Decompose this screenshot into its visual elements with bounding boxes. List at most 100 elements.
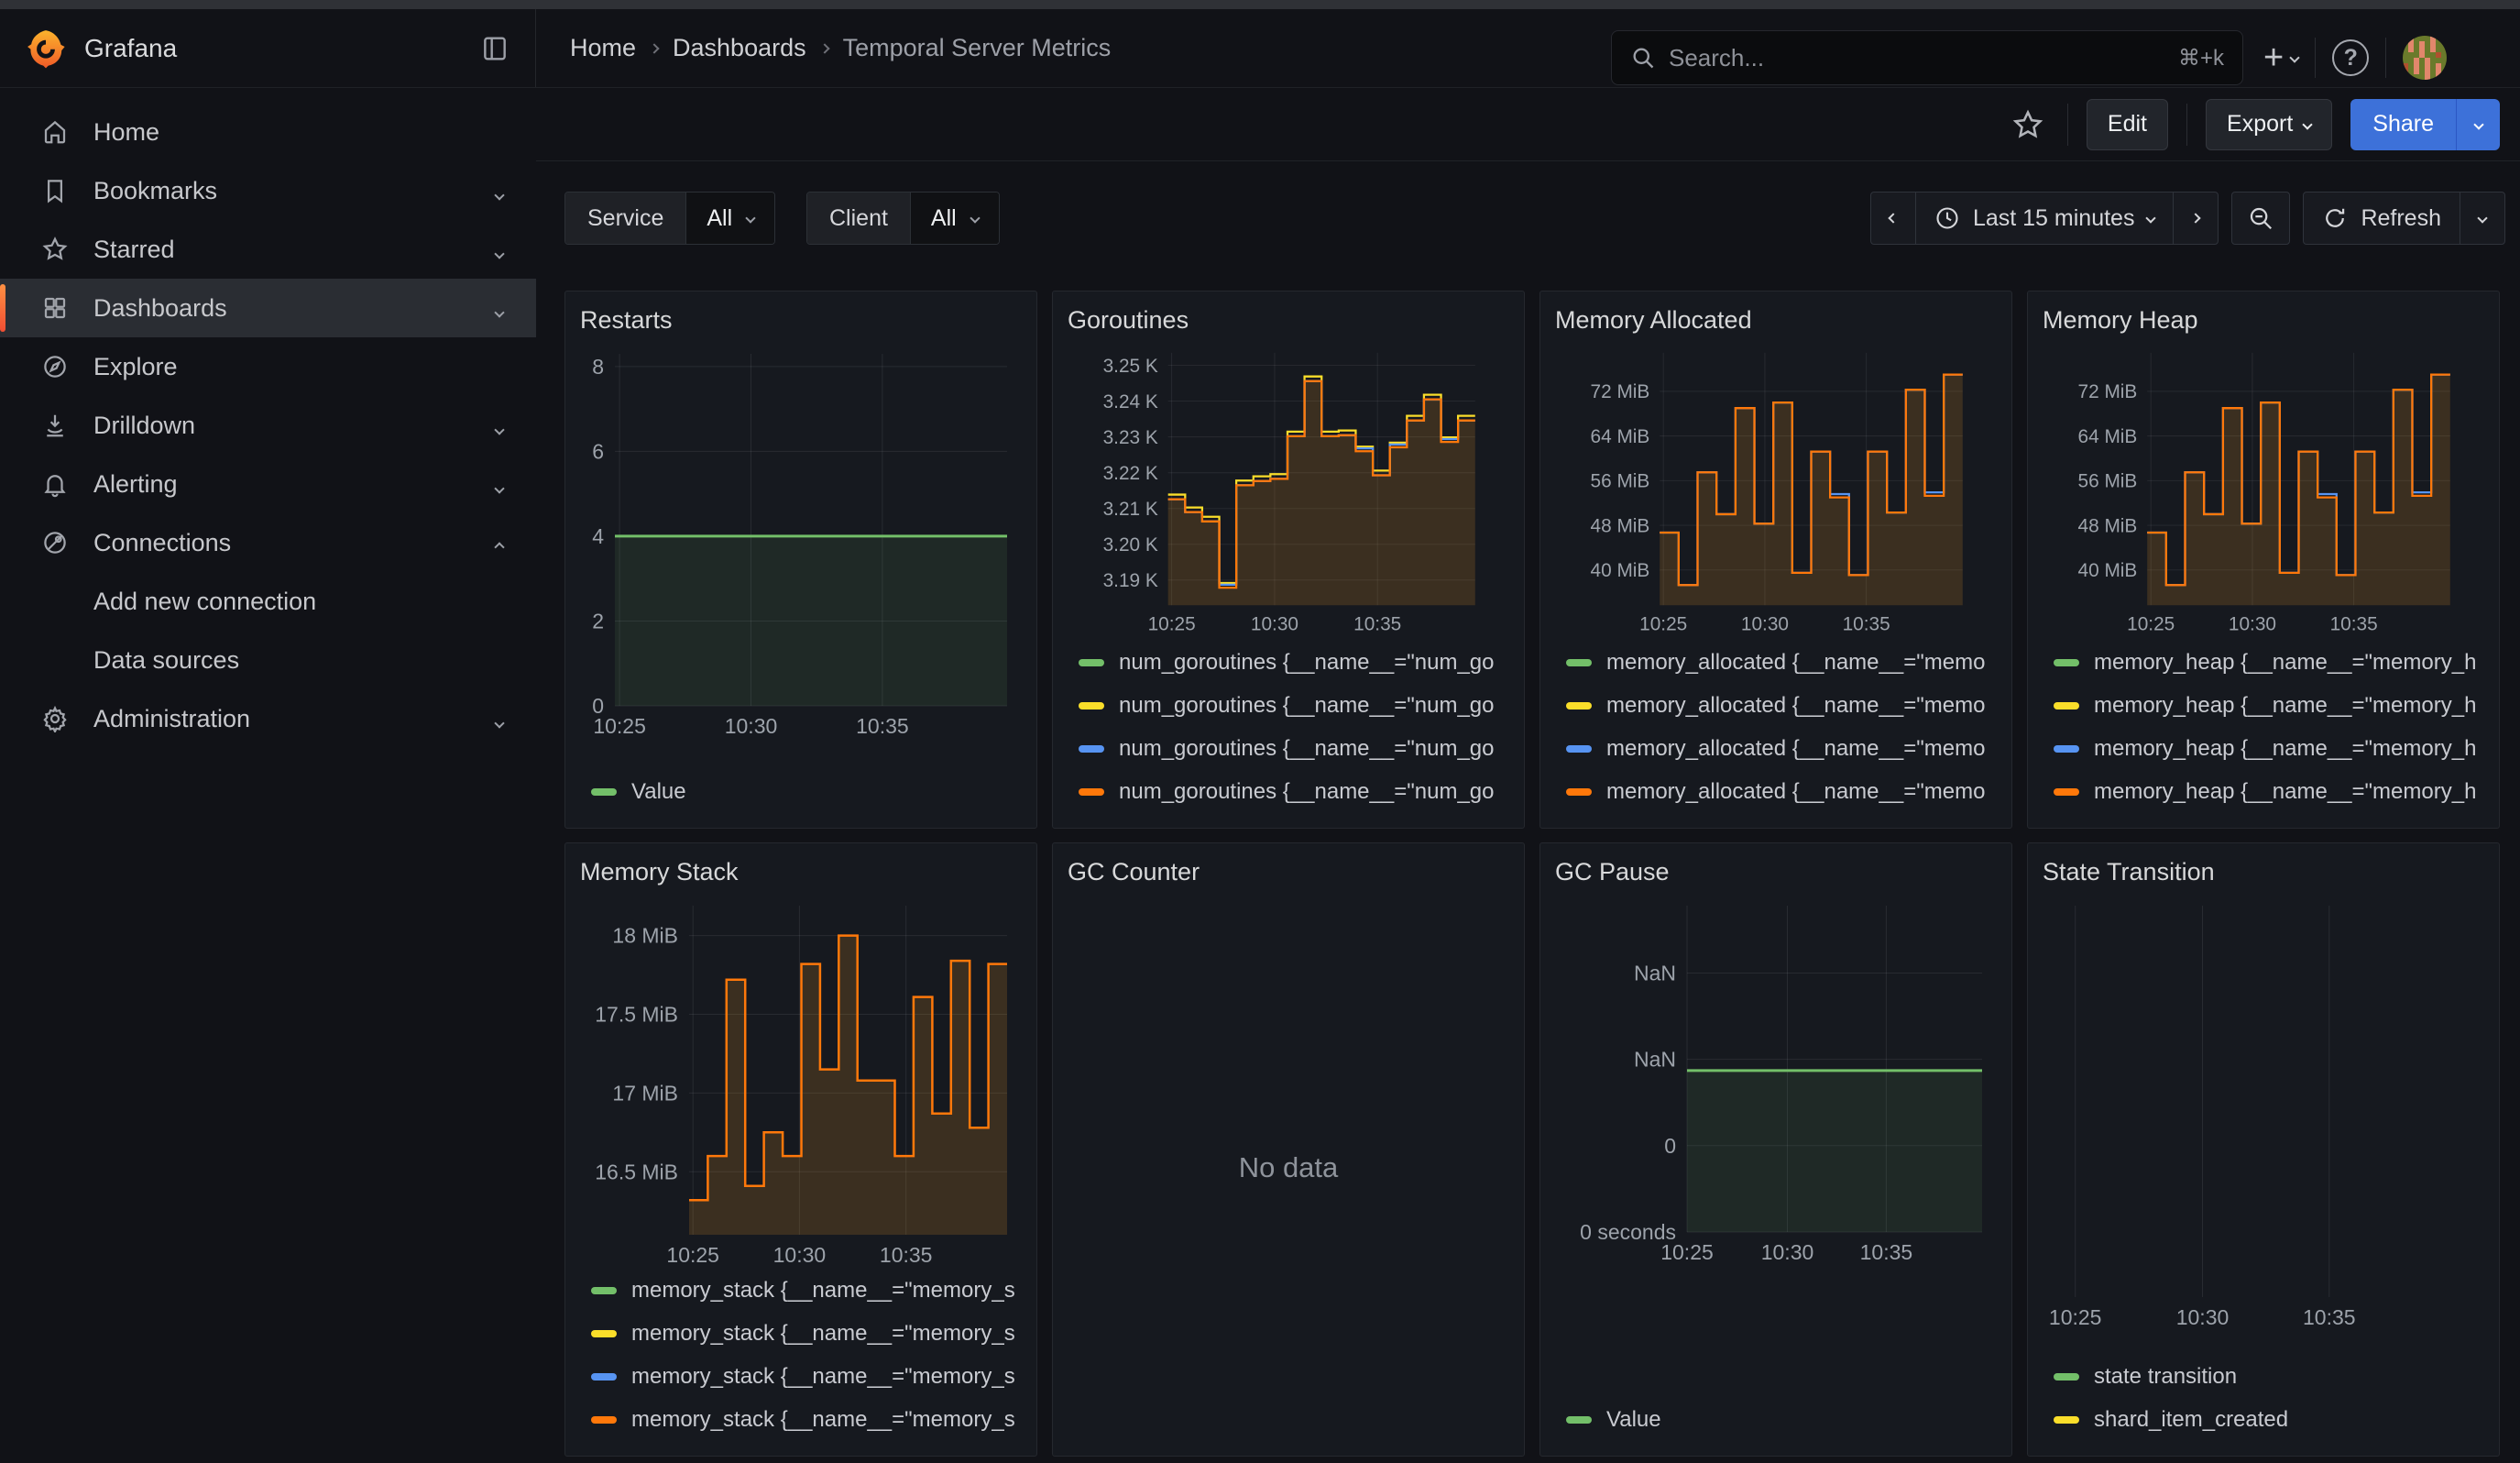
legend-item[interactable]: memory_stack {__name__="memory_s [580,1312,1022,1355]
time-shift-forward-button[interactable] [2173,192,2218,244]
legend-item[interactable]: state transition [2043,1355,2484,1398]
chart-plot[interactable]: 72 MiB64 MiB56 MiB48 MiB40 MiB10:2510:30… [1555,343,1997,633]
legend-item[interactable]: memory_stack {__name__="memory_s [580,1398,1022,1441]
legend-item[interactable]: num_goroutines {__name__="num_go [1068,641,1509,684]
service-filter-value: All [707,205,732,232]
legend-item[interactable]: memory_heap {__name__="memory_h [2043,641,2484,684]
zoom-out-button[interactable] [2231,192,2290,245]
chart-goroutines[interactable]: 3.25 K3.24 K3.23 K3.22 K3.21 K3.20 K3.19… [1068,343,1509,813]
panel-title[interactable]: Goroutines [1068,306,1509,343]
sidebar-toggle-icon[interactable] [480,34,509,63]
svg-text:3.21 K: 3.21 K [1103,499,1158,520]
chart-restarts[interactable]: 8642010:2510:3010:35 Value [580,343,1022,813]
sidebar-item-label: Drilldown [93,412,195,440]
legend-item[interactable]: memory_allocated {__name__="memo [1555,641,1997,684]
connections-icon [40,529,70,556]
panel-title[interactable]: Memory Allocated [1555,306,1997,343]
chart-plot[interactable]: 72 MiB64 MiB56 MiB48 MiB40 MiB10:2510:30… [2043,343,2484,633]
chart-plot[interactable]: NaNNaN00 seconds10:2510:3010:35 [1555,895,1997,1263]
legend-item[interactable]: memory_allocated {__name__="memo [1555,684,1997,727]
legend-item[interactable]: num_goroutines {__name__="num_go [1068,684,1509,727]
refresh-button[interactable]: Refresh [2304,192,2460,244]
export-button[interactable]: Export [2206,99,2332,150]
chart-gc-pause[interactable]: NaNNaN00 seconds10:2510:3010:35 Value [1555,895,1997,1441]
refresh-interval-dropdown[interactable] [2460,192,2504,244]
chevron-down-icon[interactable] [496,294,503,323]
time-range-picker[interactable]: Last 15 minutes [1915,192,2174,244]
chart-memory-heap[interactable]: 72 MiB64 MiB56 MiB48 MiB40 MiB10:2510:30… [2043,343,2484,813]
share-button[interactable]: Share [2350,99,2456,150]
chevron-down-icon[interactable] [496,470,503,499]
avatar[interactable] [2403,36,2447,80]
legend-item[interactable]: memory_allocated {__name__="memo [1555,727,1997,770]
sidebar-item-connections[interactable]: Connections [0,513,536,572]
service-filter-select[interactable]: All [685,192,774,244]
chart-memory-allocated[interactable]: 72 MiB64 MiB56 MiB48 MiB40 MiB10:2510:30… [1555,343,1997,813]
sidebar-item-starred[interactable]: Starred [0,220,536,279]
grafana-logo-icon[interactable] [26,28,66,69]
legend-item[interactable]: memory_allocated {__name__="memo [1555,770,1997,813]
panel-title[interactable]: GC Pause [1555,858,1997,895]
legend-swatch-icon [591,1373,617,1380]
sidebar-item-dashboards[interactable]: Dashboards [0,279,536,337]
legend-item[interactable]: memory_heap {__name__="memory_h [2043,770,2484,813]
edit-button[interactable]: Edit [2087,99,2168,150]
star-icon[interactable] [2012,109,2043,140]
chart-plot[interactable]: 10:2510:3010:35 [2043,895,2484,1328]
chart-plot[interactable]: 3.25 K3.24 K3.23 K3.22 K3.21 K3.20 K3.19… [1068,343,1509,633]
chart-gc-counter[interactable]: No data [1068,895,1509,1441]
panel-title[interactable]: GC Counter [1068,858,1509,895]
legend-label: num_goroutines {__name__="num_go [1119,736,1495,762]
chevron-up-icon[interactable] [496,529,503,557]
sidebar-item-alerting[interactable]: Alerting [0,455,536,513]
legend-item[interactable]: num_goroutines {__name__="num_go [1068,727,1509,770]
sidebar-item-drilldown[interactable]: Drilldown [0,396,536,455]
legend-item[interactable]: Value [580,770,1022,813]
legend-item[interactable]: num_goroutines {__name__="num_go [1068,770,1509,813]
client-filter-select[interactable]: All [910,192,999,244]
refresh-label: Refresh [2361,205,2441,232]
chevron-down-icon[interactable] [496,412,503,440]
sidebar-item-data-sources[interactable]: Data sources [0,631,536,689]
legend-item[interactable]: memory_stack {__name__="memory_s [580,1269,1022,1312]
service-filter-label: Service [565,192,685,244]
sidebar-item-administration[interactable]: Administration [0,689,536,748]
drilldown-icon [40,412,70,439]
chart-memory-stack[interactable]: 18 MiB17.5 MiB17 MiB16.5 MiB10:2510:3010… [580,895,1022,1441]
search-input[interactable]: Search... ⌘+k [1611,30,2243,85]
divider [2186,104,2187,146]
breadcrumb-home[interactable]: Home [570,34,636,62]
legend-item[interactable]: memory_stack {__name__="memory_s [580,1355,1022,1398]
question-icon: ? [2344,45,2358,72]
legend-label: memory_allocated {__name__="memo [1606,650,1985,676]
home-icon [40,118,70,146]
panel-title[interactable]: Restarts [580,306,1022,343]
panel-title[interactable]: State Transition [2043,858,2484,895]
legend-item[interactable]: memory_heap {__name__="memory_h [2043,727,2484,770]
chart-plot[interactable]: 18 MiB17.5 MiB17 MiB16.5 MiB10:2510:3010… [580,895,1022,1266]
panel-title[interactable]: Memory Stack [580,858,1022,895]
chevron-down-icon[interactable] [496,236,503,264]
sidebar-item-bookmarks[interactable]: Bookmarks [0,161,536,220]
legend-item[interactable]: memory_heap {__name__="memory_h [2043,684,2484,727]
help-button[interactable]: ? [2332,39,2369,76]
sidebar: Home Bookmarks Starred Dashboards [0,88,536,1463]
share-dropdown-button[interactable] [2456,99,2500,150]
svg-text:10:25: 10:25 [666,1243,719,1266]
svg-text:17.5 MiB: 17.5 MiB [595,1003,678,1027]
legend-label: num_goroutines {__name__="num_go [1119,693,1495,719]
legend-item[interactable]: Value [1555,1398,1997,1441]
chart-plot[interactable]: 8642010:2510:3010:35 [580,343,1022,737]
chevron-down-icon[interactable] [496,705,503,733]
svg-text:10:35: 10:35 [1353,613,1401,633]
sidebar-item-home[interactable]: Home [0,103,536,161]
sidebar-item-explore[interactable]: Explore [0,337,536,396]
chart-state-transition[interactable]: 10:2510:3010:35 state transitionshard_ite… [2043,895,2484,1441]
panel-title[interactable]: Memory Heap [2043,306,2484,343]
legend-item[interactable]: shard_item_created [2043,1398,2484,1441]
sidebar-item-add-new-connection[interactable]: Add new connection [0,572,536,631]
breadcrumb-dashboards[interactable]: Dashboards [673,34,806,62]
add-button[interactable]: + [2263,40,2298,75]
time-shift-back-button[interactable] [1871,192,1915,244]
chevron-down-icon[interactable] [496,177,503,205]
